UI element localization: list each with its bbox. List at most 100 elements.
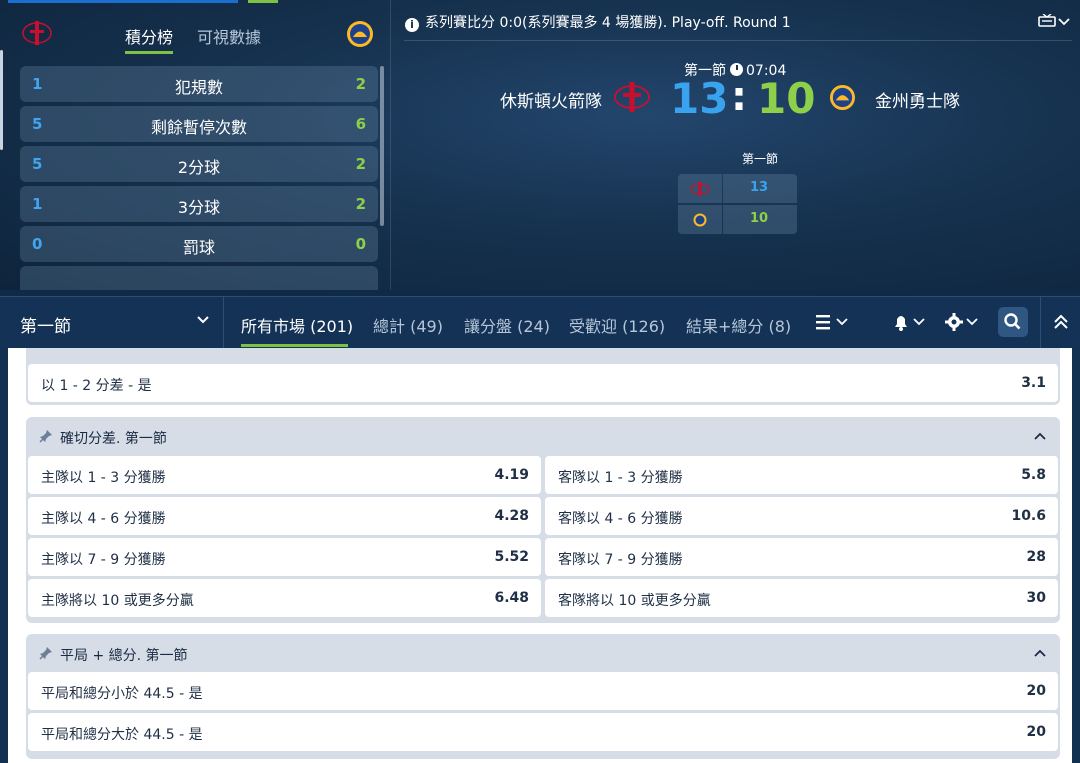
search-button[interactable] [998,307,1028,337]
market-title: 確切分差. 第一節 [60,431,167,447]
chevron-up-icon[interactable] [1034,431,1046,441]
market-card-exact-margin: 確切分差. 第一節 主隊以 1 - 3 分獲勝 4.19 客隊以 1 - 3 分… [26,417,1060,623]
odd-value: 3.1 [1021,375,1046,391]
active-tab-indicator [125,51,173,54]
stats-header: 積分榜 可視數據 [8,0,390,62]
odd-button[interactable]: 主隊將以 10 或更多分贏 6.48 [28,579,541,617]
odd-label: 以 1 - 2 分差 - 是 [41,378,152,394]
stat-row-free-throws: 0 罰球 0 [20,226,378,262]
odd-value: 20 [1026,724,1046,740]
mini-away-score: 10 [749,211,769,226]
search-icon [1004,313,1021,330]
odd-label: 客隊以 1 - 3 分獲勝 [558,470,683,486]
chevron-down-icon [197,316,209,324]
period-select-label: 第一節 [20,317,71,337]
mini-home-score-cell: 13 [723,174,797,203]
chevron-down-icon[interactable] [1058,16,1070,28]
market-header[interactable]: 平局 + 總分. 第一節 [26,634,1060,672]
odd-label: 主隊以 1 - 3 分獲勝 [41,470,166,486]
odd-button[interactable]: 客隊將以 10 或更多分贏 30 [545,579,1058,617]
stat-away-value: 2 [355,155,366,173]
odd-button[interactable]: 主隊以 1 - 3 分獲勝 4.19 [28,456,541,494]
home-score: 13 [670,74,729,123]
list-menu-icon[interactable] [814,311,854,333]
tab-handicap[interactable]: 讓分盤 (24) [464,313,550,337]
odd-value: 30 [1026,590,1046,606]
rockets-logo-icon [690,182,710,196]
active-tab-indicator [241,344,348,347]
odd-button[interactable]: 客隊以 1 - 3 分獲勝 5.8 [545,456,1058,494]
pin-icon[interactable] [39,646,53,660]
odd-button[interactable]: 客隊以 4 - 6 分獲勝 10.6 [545,497,1058,535]
market-card-draw-total: 平局 + 總分. 第一節 平局和總分小於 44.5 - 是 20 平局和總分大於… [26,634,1060,759]
stat-row-fouls: 1 犯規數 2 [20,66,378,102]
odd-value: 4.28 [494,508,529,524]
mini-away-score-cell: 10 [723,205,797,234]
stat-away-value: 2 [355,75,366,93]
stat-row-partial [20,266,378,290]
market-title: 平局 + 總分. 第一節 [60,648,188,664]
chevron-up-icon[interactable] [1034,648,1046,658]
page-scrollbar-track[interactable] [1072,348,1080,763]
odd-value: 10.6 [1011,508,1046,524]
info-separator [404,40,1072,41]
tv-icon[interactable] [1038,14,1056,28]
stat-away-value: 6 [355,115,366,133]
warriors-logo-icon [829,84,856,111]
pin-icon[interactable] [39,429,53,443]
period-select[interactable]: 第一節 [8,297,224,349]
odd-label: 平局和總分大於 44.5 - 是 [41,727,203,743]
odd-button[interactable]: 平局和總分大於 44.5 - 是 20 [28,713,1058,751]
tab-popular[interactable]: 受歡迎 (126) [569,313,665,337]
bell-icon[interactable] [891,311,931,333]
stat-away-value: 0 [355,235,366,253]
left-gutter [0,348,8,763]
series-info-text: 系列賽比分 0:0(系列賽最多 4 場獲勝). Play-off. Round … [425,15,791,31]
odd-value: 6.48 [494,590,529,606]
stat-row-timeouts: 5 剩餘暫停次數 6 [20,106,378,142]
double-chevron-up-icon [1054,314,1068,329]
tab-standings[interactable]: 積分榜 [125,24,173,48]
odd-value: 28 [1026,549,1046,565]
odd-button[interactable]: 主隊以 7 - 9 分獲勝 5.52 [28,538,541,576]
stat-label: 2分球 [177,158,221,177]
stat-label: 剩餘暫停次數 [150,118,247,137]
scoreboard: 積分榜 可視數據 1 犯規數 2 5 剩餘暫停次數 6 5 2分球 2 1 3分… [0,0,1080,290]
tab-all-markets[interactable]: 所有市場 (201) [241,313,353,337]
market-card-partial: 以 1 - 2 分差 - 是 3.1 [26,348,1060,405]
odd-label: 客隊將以 10 或更多分贏 [558,593,711,609]
odd-value: 5.8 [1021,467,1046,483]
rockets-logo-icon [22,21,52,45]
stat-away-value: 2 [355,195,366,213]
odd-label: 客隊以 4 - 6 分獲勝 [558,511,683,527]
tab-visual-data[interactable]: 可視數據 [197,24,261,48]
stat-row-3pt: 1 3分球 2 [20,186,378,222]
left-edge-handle[interactable] [0,50,3,150]
market-header[interactable]: 確切分差. 第一節 [26,417,1060,455]
home-team-name: 休斯頓火箭隊 [500,92,602,112]
odd-button[interactable]: 以 1 - 2 分差 - 是 3.1 [28,364,1058,402]
odd-button[interactable]: 主隊以 4 - 6 分獲勝 4.28 [28,497,541,535]
tab-totals[interactable]: 總計 (49) [373,313,443,337]
mini-period-title: 第一節 [741,152,778,166]
collapse-button[interactable] [1040,297,1080,349]
odd-value: 20 [1026,683,1046,699]
tab-result-total[interactable]: 結果+總分 (8) [686,313,791,337]
odd-button[interactable]: 客隊以 7 - 9 分獲勝 28 [545,538,1058,576]
warriors-logo-icon [347,21,373,47]
odd-button[interactable]: 平局和總分小於 44.5 - 是 20 [28,672,1058,710]
mini-home-score: 13 [749,180,769,195]
period-score-table: 13 10 [678,174,798,234]
info-icon: i [405,18,419,32]
odd-label: 主隊將以 10 或更多分贏 [41,593,194,609]
markets-list: 以 1 - 2 分差 - 是 3.1 確切分差. 第一節 主隊以 1 - 3 分… [8,348,1072,763]
stats-scrollbar[interactable] [380,66,384,226]
odd-label: 主隊以 4 - 6 分獲勝 [41,511,166,527]
stat-label: 犯規數 [174,78,223,97]
stats-panel: 積分榜 可視數據 1 犯規數 2 5 剩餘暫停次數 6 5 2分球 2 1 3分… [8,0,390,290]
panel-divider [390,0,391,290]
stat-label: 3分球 [177,198,221,217]
series-info: i 系列賽比分 0:0(系列賽最多 4 場獲勝). Play-off. Round… [405,12,791,32]
gear-icon[interactable] [944,311,984,333]
away-score: 10 [757,74,816,123]
